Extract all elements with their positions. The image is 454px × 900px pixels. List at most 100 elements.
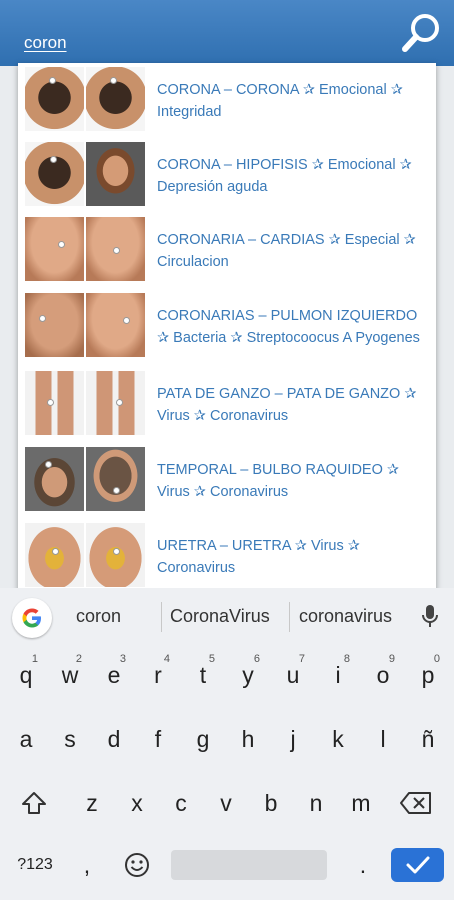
key-label: p [421, 662, 435, 688]
key-o[interactable]: o9 [363, 648, 403, 702]
key-label: y [242, 662, 254, 688]
key-hint: 3 [119, 653, 126, 665]
google-icon[interactable] [12, 598, 52, 638]
key-hint: 4 [163, 653, 170, 665]
key-hint: 9 [388, 653, 395, 665]
key-label: i [335, 662, 341, 688]
period-key[interactable]: . [348, 838, 378, 892]
soft-keyboard: coron CoronaVirus coronavirus q1 w2 e3 r… [0, 588, 454, 900]
thumbnail-image [25, 142, 84, 206]
result-label: CORONARIAS – PULMON IZQUIERDO ✰ Bacteria… [157, 308, 420, 346]
result-label: TEMPORAL – BULBO RAQUIDEO ✰ Virus ✰ Coro… [157, 462, 400, 500]
key-e[interactable]: e3 [94, 648, 134, 702]
google-g-icon [22, 608, 41, 628]
checkmark-icon [406, 856, 430, 874]
key-v[interactable]: v [206, 776, 246, 830]
suggestion-bar: coron CoronaVirus coronavirus [0, 588, 454, 644]
key-hint: 2 [75, 653, 82, 665]
thumbnail-image [86, 67, 145, 131]
key-label: o [376, 662, 390, 688]
symbols-key[interactable]: ?123 [10, 838, 60, 892]
suggestion-3[interactable]: coronavirus [299, 606, 392, 627]
key-h[interactable]: h [228, 712, 268, 766]
key-label: e [107, 662, 121, 688]
space-key[interactable] [171, 850, 327, 880]
result-label: PATA DE GANZO – PATA DE GANZO ✰ Virus ✰ … [157, 386, 417, 424]
search-results-dropdown: CORONA – CORONA ✰ Emocional ✰ Integridad… [18, 63, 436, 593]
key-r[interactable]: r4 [138, 648, 178, 702]
thumbnail-image [86, 142, 145, 206]
key-w[interactable]: w2 [50, 648, 90, 702]
thumbnail-image [25, 523, 84, 587]
result-item[interactable]: CORONARIAS – PULMON IZQUIERDO ✰ Bacteria… [18, 289, 436, 364]
shift-key[interactable] [14, 776, 54, 830]
result-item[interactable]: TEMPORAL – BULBO RAQUIDEO ✰ Virus ✰ Coro… [18, 443, 436, 518]
result-label: URETRA – URETRA ✰ Virus ✰ Coronavirus [157, 538, 360, 576]
result-thumbnails [25, 523, 145, 587]
search-button[interactable] [398, 8, 446, 56]
key-m[interactable]: m [341, 776, 381, 830]
thumbnail-image [25, 371, 84, 435]
key-c[interactable]: c [161, 776, 201, 830]
key-t[interactable]: t5 [183, 648, 223, 702]
shift-icon [22, 792, 46, 814]
thumbnail-image [86, 523, 145, 587]
key-hint: 5 [208, 653, 215, 665]
key-f[interactable]: f [138, 712, 178, 766]
key-n[interactable]: n [296, 776, 336, 830]
key-l[interactable]: l [363, 712, 403, 766]
suggestion-1[interactable]: coron [76, 606, 121, 627]
suggestion-divider [289, 602, 290, 632]
key-s[interactable]: s [50, 712, 90, 766]
key-y[interactable]: y6 [228, 648, 268, 702]
comma-key[interactable]: , [72, 838, 102, 892]
key-q[interactable]: q1 [6, 648, 46, 702]
suggestion-divider [161, 602, 162, 632]
key-a[interactable]: a [6, 712, 46, 766]
thumbnail-image [25, 293, 84, 357]
key-hint: 6 [253, 653, 260, 665]
result-thumbnails [25, 371, 145, 435]
key-b[interactable]: b [251, 776, 291, 830]
key-n-tilde[interactable]: ñ [408, 712, 448, 766]
key-hint: 0 [433, 653, 440, 665]
thumbnail-image [86, 217, 145, 281]
key-hint: 7 [298, 653, 305, 665]
key-label: t [199, 662, 207, 688]
thumbnail-image [86, 447, 145, 511]
key-x[interactable]: x [117, 776, 157, 830]
magnifier-icon [402, 14, 439, 52]
key-label: q [19, 662, 33, 688]
result-label: CORONARIA – CARDIAS ✰ Especial ✰ Circula… [157, 232, 416, 270]
key-d[interactable]: d [94, 712, 134, 766]
key-label: u [286, 662, 300, 688]
result-item[interactable]: CORONA – CORONA ✰ Emocional ✰ Integridad [18, 63, 436, 138]
key-j[interactable]: j [273, 712, 313, 766]
suggestion-2[interactable]: CoronaVirus [170, 606, 270, 627]
result-item[interactable]: PATA DE GANZO – PATA DE GANZO ✰ Virus ✰ … [18, 367, 436, 442]
key-u[interactable]: u7 [273, 648, 313, 702]
result-item[interactable]: CORONARIA – CARDIAS ✰ Especial ✰ Circula… [18, 213, 436, 288]
key-z[interactable]: z [72, 776, 112, 830]
emoji-icon [125, 853, 149, 877]
result-item[interactable]: CORONA – HIPOFISIS ✰ Emocional ✰ Depresi… [18, 138, 436, 213]
result-label: CORONA – HIPOFISIS ✰ Emocional ✰ Depresi… [157, 157, 412, 195]
search-query-text[interactable]: coron [24, 33, 67, 53]
microphone-icon[interactable] [420, 604, 440, 630]
key-p[interactable]: p0 [408, 648, 448, 702]
result-thumbnails [25, 142, 145, 206]
backspace-key[interactable] [396, 776, 436, 830]
key-i[interactable]: i8 [318, 648, 358, 702]
thumbnail-image [25, 67, 84, 131]
thumbnail-image [86, 371, 145, 435]
enter-key[interactable] [391, 848, 444, 882]
emoji-key[interactable] [117, 838, 157, 892]
key-k[interactable]: k [318, 712, 358, 766]
key-g[interactable]: g [183, 712, 223, 766]
thumbnail-image [86, 293, 145, 357]
result-thumbnails [25, 67, 145, 131]
key-hint: 1 [31, 653, 38, 665]
result-item[interactable]: URETRA – URETRA ✰ Virus ✰ Coronavirus [18, 519, 436, 593]
key-label: w [61, 662, 79, 688]
result-thumbnails [25, 217, 145, 281]
